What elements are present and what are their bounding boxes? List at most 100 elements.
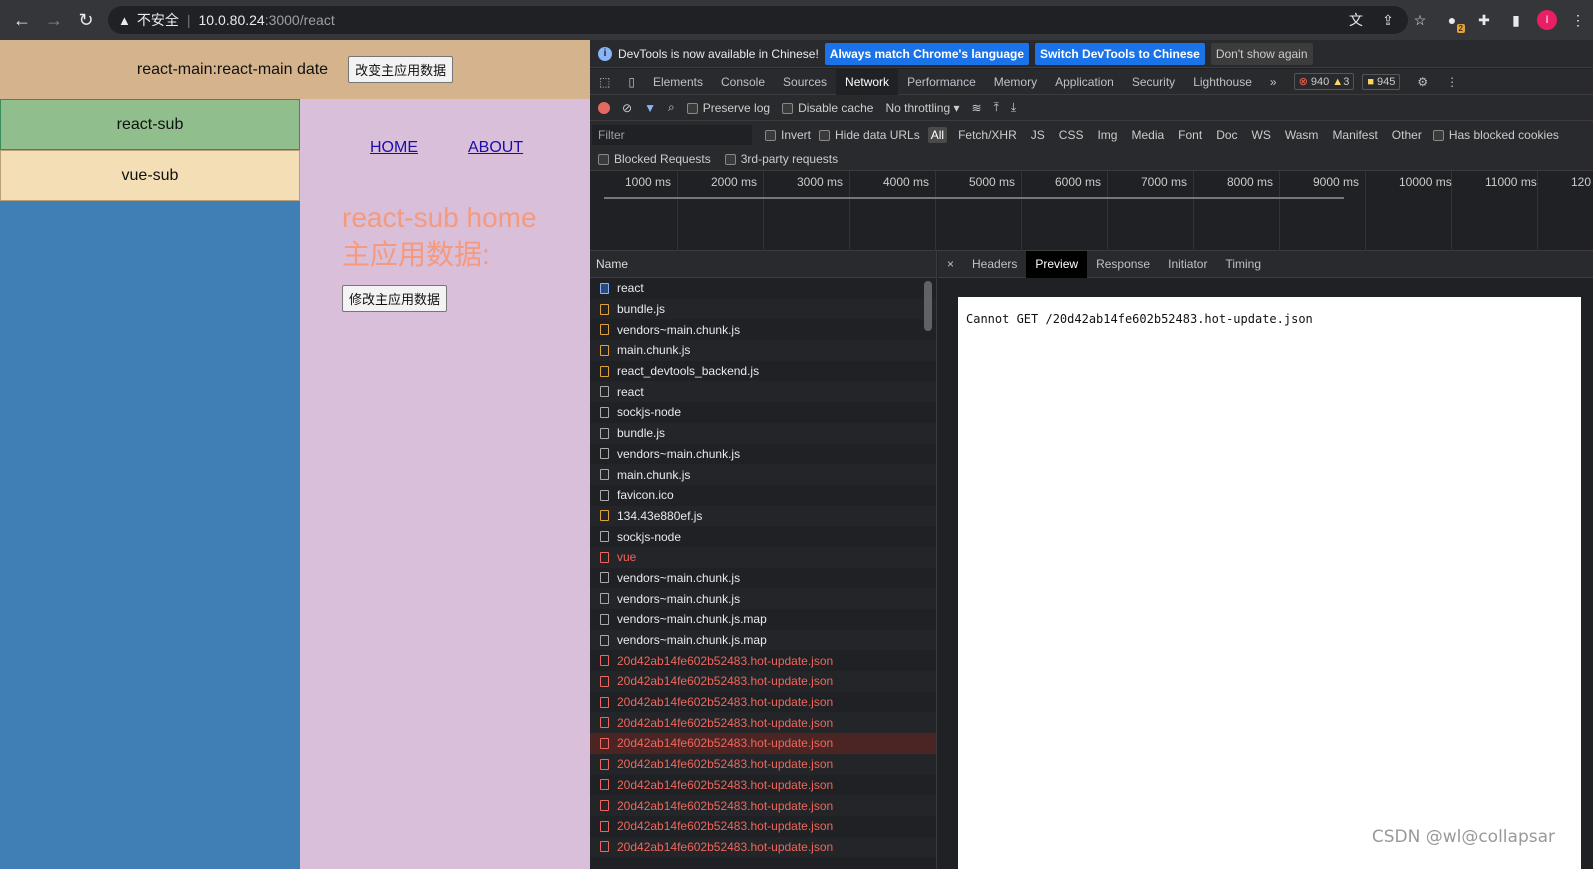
throttling-select[interactable]: No throttling ▾ <box>885 101 959 115</box>
network-timeline[interactable]: 1000 ms 2000 ms 3000 ms 4000 ms 5000 ms 6000 … <box>590 171 1593 251</box>
name-column-header[interactable]: Name <box>590 251 936 278</box>
device-icon[interactable]: ▯ <box>619 69 644 95</box>
type-ws[interactable]: WS <box>1249 127 1274 143</box>
upload-icon[interactable]: ⤒ <box>994 100 999 115</box>
issues-badge[interactable]: ■ 945 <box>1362 73 1401 90</box>
switch-chinese-button[interactable]: Switch DevTools to Chinese <box>1035 42 1205 65</box>
close-detail-icon[interactable]: × <box>938 251 963 278</box>
table-row[interactable]: vue <box>590 546 936 568</box>
type-media[interactable]: Media <box>1128 127 1167 143</box>
address-bar[interactable]: ▲ 不安全 | 10.0.80.24 :3000/react <box>108 6 1408 34</box>
tab-security[interactable]: Security <box>1123 69 1184 95</box>
blocked-cookies-checkbox[interactable]: Has blocked cookies <box>1432 128 1559 142</box>
table-row[interactable]: vendors~main.chunk.js <box>590 588 936 609</box>
modify-main-data-button[interactable]: 修改主应用数据 <box>342 285 448 312</box>
table-row[interactable]: main.chunk.js <box>590 464 936 485</box>
table-row[interactable]: react <box>590 381 936 403</box>
table-row[interactable]: 20d42ab14fe602b52483.hot-update.json <box>590 753 936 775</box>
back-icon[interactable]: ← <box>6 4 38 36</box>
kebab-icon[interactable]: ⋮ <box>1437 69 1467 95</box>
type-fetch-xhr[interactable]: Fetch/XHR <box>955 127 1020 143</box>
table-row[interactable]: sockjs-node <box>590 402 936 423</box>
tab-elements[interactable]: Elements <box>644 69 712 95</box>
table-row[interactable]: react_devtools_backend.js <box>590 361 936 382</box>
table-row[interactable]: bundle.js <box>590 422 936 444</box>
tab-network[interactable]: Network <box>836 68 899 95</box>
about-link[interactable]: ABOUT <box>468 139 523 157</box>
sidebar-item-vue-sub[interactable]: vue-sub <box>0 150 300 201</box>
third-party-checkbox[interactable]: 3rd-party requests <box>724 152 838 166</box>
table-row[interactable]: 20d42ab14fe602b52483.hot-update.json <box>590 775 936 796</box>
tab-console[interactable]: Console <box>712 69 774 95</box>
table-row[interactable]: bundle.js <box>590 298 936 320</box>
clear-icon[interactable]: ⊘ <box>622 101 632 115</box>
tab-lighthouse[interactable]: Lighthouse <box>1184 69 1261 95</box>
tab-memory[interactable]: Memory <box>985 69 1046 95</box>
tab-performance[interactable]: Performance <box>898 69 985 95</box>
more-tabs-icon[interactable]: » <box>1261 69 1286 95</box>
type-manifest[interactable]: Manifest <box>1329 127 1380 143</box>
star-icon[interactable]: ☆ <box>1409 9 1431 31</box>
error-warning-badge[interactable]: ⊗ 940 ▲3 <box>1293 73 1355 90</box>
table-row[interactable]: 20d42ab14fe602b52483.hot-update.json <box>590 650 936 671</box>
extension-badge-icon[interactable]: ● 2 <box>1441 9 1465 33</box>
table-row[interactable]: react <box>590 278 936 299</box>
tab-headers[interactable]: Headers <box>963 251 1026 278</box>
table-row[interactable]: 20d42ab14fe602b52483.hot-update.json <box>590 795 936 816</box>
home-link[interactable]: HOME <box>370 139 418 157</box>
translate-icon[interactable]: 文 <box>1345 9 1367 31</box>
table-row[interactable]: 20d42ab14fe602b52483.hot-update.json <box>590 816 936 837</box>
always-match-button[interactable]: Always match Chrome's language <box>824 42 1030 65</box>
preserve-log-checkbox[interactable]: Preserve log <box>686 101 770 115</box>
type-css[interactable]: CSS <box>1056 127 1087 143</box>
table-row[interactable]: vendors~main.chunk.js <box>590 444 936 465</box>
tab-application[interactable]: Application <box>1046 69 1123 95</box>
type-wasm[interactable]: Wasm <box>1282 127 1322 143</box>
record-icon[interactable] <box>598 101 610 114</box>
tab-response[interactable]: Response <box>1087 251 1159 278</box>
filter-input[interactable]: Filter <box>592 125 752 145</box>
reload-icon[interactable]: ↻ <box>70 4 102 36</box>
table-row[interactable]: 134.43e880ef.js <box>590 505 936 527</box>
filter-icon[interactable]: ▼ <box>644 101 656 115</box>
table-row[interactable]: vendors~main.chunk.js <box>590 568 936 589</box>
tab-sources[interactable]: Sources <box>774 69 836 95</box>
change-main-data-button[interactable]: 改变主应用数据 <box>348 56 454 83</box>
forward-icon[interactable]: → <box>38 4 70 36</box>
type-font[interactable]: Font <box>1175 127 1205 143</box>
request-list-scrollbar[interactable] <box>924 281 932 331</box>
table-row[interactable]: 20d42ab14fe602b52483.hot-update.json <box>590 712 936 734</box>
table-row[interactable]: 20d42ab14fe602b52483.hot-update.json <box>590 692 936 713</box>
type-doc[interactable]: Doc <box>1213 127 1240 143</box>
table-row[interactable]: main.chunk.js <box>590 340 936 361</box>
share-icon[interactable]: ⇪ <box>1377 9 1399 31</box>
avatar[interactable]: I <box>1537 10 1557 30</box>
download-icon[interactable]: ⤓ <box>1011 100 1016 115</box>
table-row[interactable]: vendors~main.chunk.js.map <box>590 629 936 651</box>
invert-checkbox[interactable]: Invert <box>765 128 811 142</box>
table-row[interactable]: 20d42ab14fe602b52483.hot-update.json <box>590 733 936 754</box>
puzzle-icon[interactable]: ✚ <box>1473 9 1495 31</box>
table-row[interactable]: vendors~main.chunk.js.map <box>590 609 936 630</box>
table-row[interactable]: 20d42ab14fe602b52483.hot-update.json <box>590 836 936 858</box>
tab-preview[interactable]: Preview <box>1026 250 1088 278</box>
dont-show-button[interactable]: Don't show again <box>1210 42 1313 65</box>
search-icon[interactable]: ⌕ <box>668 100 675 115</box>
wifi-icon[interactable]: ≋ <box>972 101 982 115</box>
type-img[interactable]: Img <box>1094 127 1120 143</box>
hide-data-urls-checkbox[interactable]: Hide data URLs <box>819 128 920 142</box>
sidepanel-icon[interactable]: ▮ <box>1505 9 1527 31</box>
table-row[interactable]: vendors~main.chunk.js <box>590 319 936 340</box>
table-row[interactable]: favicon.ico <box>590 485 936 506</box>
settings-icon[interactable]: ⚙ <box>1408 69 1437 95</box>
tab-initiator[interactable]: Initiator <box>1159 251 1216 278</box>
disable-cache-checkbox[interactable]: Disable cache <box>782 101 873 115</box>
type-js[interactable]: JS <box>1028 127 1048 143</box>
tab-timing[interactable]: Timing <box>1216 251 1270 278</box>
type-all[interactable]: All <box>927 127 948 143</box>
sidebar-item-react-sub[interactable]: react-sub <box>0 99 300 150</box>
table-row[interactable]: 20d42ab14fe602b52483.hot-update.json <box>590 671 936 692</box>
menu-icon[interactable]: ⋮ <box>1567 9 1589 31</box>
type-other[interactable]: Other <box>1389 127 1425 143</box>
table-row[interactable]: sockjs-node <box>590 526 936 547</box>
